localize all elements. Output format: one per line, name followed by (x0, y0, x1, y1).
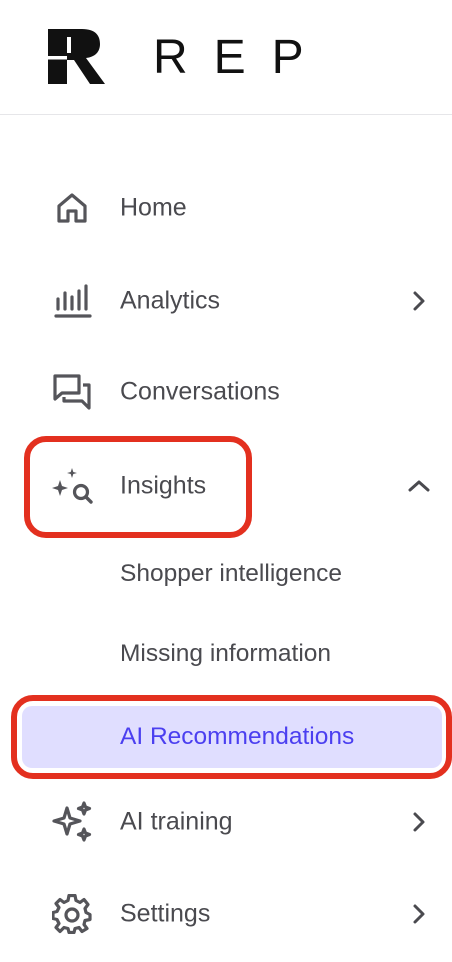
subnav-label-shopper-intelligence: Shopper intelligence (120, 560, 343, 587)
nav-label-conversations: Conversations (120, 377, 280, 406)
chevron-right-icon[interactable] (404, 899, 434, 929)
chevron-up-icon[interactable] (404, 471, 434, 501)
nav-item-settings[interactable]: Settings (0, 884, 452, 944)
nav-item-ai-training[interactable]: AI training (0, 792, 452, 852)
sparkles-icon (50, 801, 94, 842)
bar-chart-icon (50, 283, 94, 319)
gear-icon (50, 894, 94, 934)
nav-label-settings: Settings (120, 899, 211, 928)
subnav-item-ai-recommendations[interactable]: AI Recommendations (0, 709, 452, 765)
subnav-item-shopper-intelligence[interactable]: Shopper intelligence (0, 546, 452, 602)
home-icon (50, 190, 94, 226)
brand-name: REP (153, 31, 330, 84)
nav-item-conversations[interactable]: Conversations (0, 362, 452, 422)
subnav-item-missing-information[interactable]: Missing information (0, 626, 452, 682)
sparkle-search-icon (50, 468, 94, 504)
nav-label-analytics: Analytics (120, 286, 221, 315)
subnav-label-missing-information: Missing information (120, 640, 332, 667)
subnav-label-ai-recommendations: AI Recommendations (120, 723, 355, 750)
nav-item-insights[interactable]: Insights (0, 456, 452, 516)
nav-item-home[interactable]: Home (0, 178, 452, 238)
nav-label-ai-training: AI training (120, 807, 233, 836)
nav-label-insights: Insights (120, 471, 207, 500)
sidebar-header: REP (0, 0, 452, 115)
nav-label-home: Home (120, 193, 187, 222)
nav-item-analytics[interactable]: Analytics (0, 271, 452, 331)
chevron-right-icon[interactable] (404, 286, 434, 316)
chevron-right-icon[interactable] (404, 807, 434, 837)
rep-logo-icon[interactable] (48, 29, 106, 89)
chat-bubbles-icon (50, 374, 94, 410)
